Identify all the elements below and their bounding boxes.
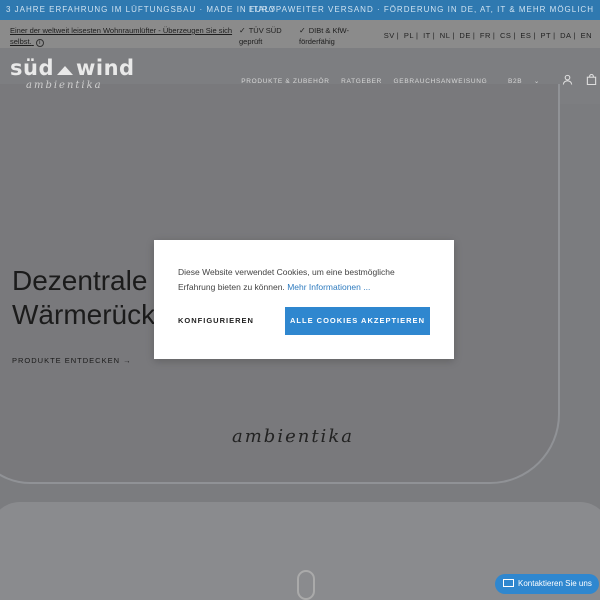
nav-products[interactable]: Produkte & Zubehör <box>241 78 329 85</box>
announcement-left: 3 Jahre Erfahrung im Lüftungsbau · Made … <box>6 5 276 14</box>
cookie-modal: Diese Website verwendet Cookies, um eine… <box>154 240 454 359</box>
announcement-bar: 3 Jahre Erfahrung im Lüftungsbau · Made … <box>0 0 600 20</box>
accept-all-cookies-button[interactable]: Alle Cookies akzeptieren <box>285 307 430 335</box>
account-icon[interactable] <box>561 74 573 86</box>
envelope-icon <box>503 579 514 587</box>
lang-da[interactable]: DA <box>560 31 571 40</box>
info-icon: i <box>35 39 44 47</box>
lang-pl[interactable]: PL <box>404 31 414 40</box>
lang-nl[interactable]: NL <box>440 31 451 40</box>
lang-fr[interactable]: FR <box>480 31 491 40</box>
lang-pt[interactable]: PT <box>540 31 551 40</box>
feature-dibt: ✓ DIBt & KfW-förderfähig <box>299 26 349 46</box>
mountain-icon <box>56 66 73 75</box>
lang-it[interactable]: IT <box>423 31 431 40</box>
main-nav: Produkte & Zubehör Ratgeber Gebrauchsanw… <box>232 77 540 85</box>
lang-cs[interactable]: CS <box>500 31 511 40</box>
announcement-right: Europaweiter Versand · Förderung in DE, … <box>248 5 594 14</box>
device-script-logo: ambientika <box>232 426 354 447</box>
discover-products-link[interactable]: Produkte entdecken → <box>12 356 132 365</box>
lang-de[interactable]: DE <box>459 31 470 40</box>
site-header: süd wind ambientika Produkte & Zubehör Ra… <box>0 48 600 104</box>
chevron-down-icon: ⌄ <box>533 78 540 85</box>
scroll-indicator-icon <box>297 570 315 600</box>
check-icon: ✓ <box>299 26 306 35</box>
nav-b2b[interactable]: B2B ⌄ <box>499 78 540 85</box>
nav-manual[interactable]: Gebrauchsanweisung <box>394 78 488 85</box>
lang-sv[interactable]: SV <box>384 31 395 40</box>
lang-en[interactable]: EN <box>581 31 592 40</box>
configure-button[interactable]: Konfigurieren <box>178 316 254 325</box>
language-switcher: SV | PL | IT | NL | DE | FR | CS | ES | PT | DA | … <box>383 31 592 40</box>
nav-guide[interactable]: Ratgeber <box>341 78 382 85</box>
cart-icon[interactable] <box>585 73 597 86</box>
lang-es[interactable]: ES <box>520 31 531 40</box>
promo-link[interactable]: Einer der weltweit leisesten Wohnraumlüf… <box>10 25 236 47</box>
more-info-link[interactable]: Mehr Informationen ... <box>287 282 370 292</box>
contact-button[interactable]: Kontaktieren Sie uns <box>495 574 599 594</box>
info-bar: Einer der weltweit leisesten Wohnraumlüf… <box>0 20 600 48</box>
feature-tuv: ✓ TÜV SÜD geprüft <box>239 26 282 46</box>
logo[interactable]: süd wind ambientika <box>10 56 135 91</box>
check-icon: ✓ <box>239 26 246 35</box>
cookie-message: Diese Website verwendet Cookies, um eine… <box>178 267 395 292</box>
